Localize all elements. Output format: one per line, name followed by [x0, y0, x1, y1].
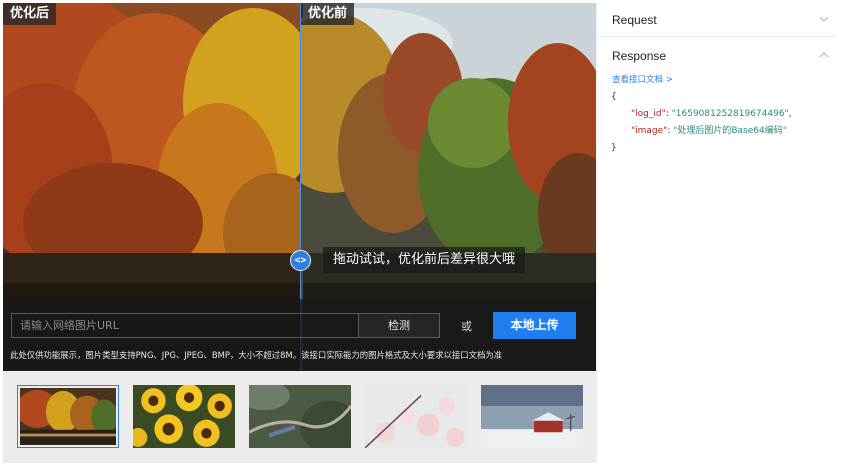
thumbnail-blossoms[interactable]: [365, 385, 467, 448]
before-label: 优化前: [301, 3, 355, 25]
drag-hint: 拖动试试，优化前后差异很大哦: [323, 247, 526, 273]
log-id-value: "1659081252819674496": [671, 109, 789, 119]
code-close-brace: }: [611, 143, 617, 153]
thumbnail-autumn-forest[interactable]: [17, 385, 119, 448]
image-value: "处理后图片的Base64编码": [673, 126, 787, 136]
code-open-brace: {: [611, 92, 617, 102]
response-code: { "log_id": "1659081252819674496", "imag…: [611, 89, 792, 157]
detect-button[interactable]: 检测: [358, 313, 440, 338]
thumbnail-snow-barn[interactable]: [481, 385, 583, 448]
thumbnail-strip: [3, 371, 596, 463]
input-bar: 检测 或 本地上传 此处仅供功能展示，图片类型支持PNG、JPG、JPEG、BM…: [3, 299, 596, 371]
image-compare-demo: 优化后 优化前 <> 拖动试试，优化前后差异很大哦 检测 或 本地上传 此处仅供…: [3, 3, 596, 371]
or-text: 或: [461, 320, 472, 333]
api-doc-link[interactable]: 查看接口文档 >: [612, 73, 673, 85]
url-input[interactable]: [11, 313, 358, 338]
compare-handle-icon[interactable]: <>: [290, 250, 311, 271]
local-upload-button[interactable]: 本地上传: [493, 312, 576, 339]
code-row-image: "image": "处理后图片的Base64编码": [631, 126, 787, 136]
api-panel: Request Response 查看接口文档 > { "log_id": "1…: [596, 3, 837, 463]
thumbnail-mountain-train[interactable]: [249, 385, 351, 448]
thumbnail-sunflowers[interactable]: [133, 385, 235, 448]
image-key: "image": [631, 126, 668, 136]
chevron-down-icon: [819, 16, 829, 22]
code-row-log-id: "log_id": "1659081252819674496",: [631, 109, 792, 119]
chevron-up-icon: [819, 52, 829, 58]
log-id-key: "log_id": [631, 109, 666, 119]
request-section-header[interactable]: Request: [597, 3, 837, 37]
after-label: 优化后: [3, 3, 57, 25]
format-notice: 此处仅供功能展示，图片类型支持PNG、JPG、JPEG、BMP，大小不超过8M。…: [10, 350, 503, 360]
request-label: Request: [612, 13, 657, 27]
response-section-header[interactable]: Response: [597, 39, 837, 73]
response-label: Response: [612, 49, 667, 63]
